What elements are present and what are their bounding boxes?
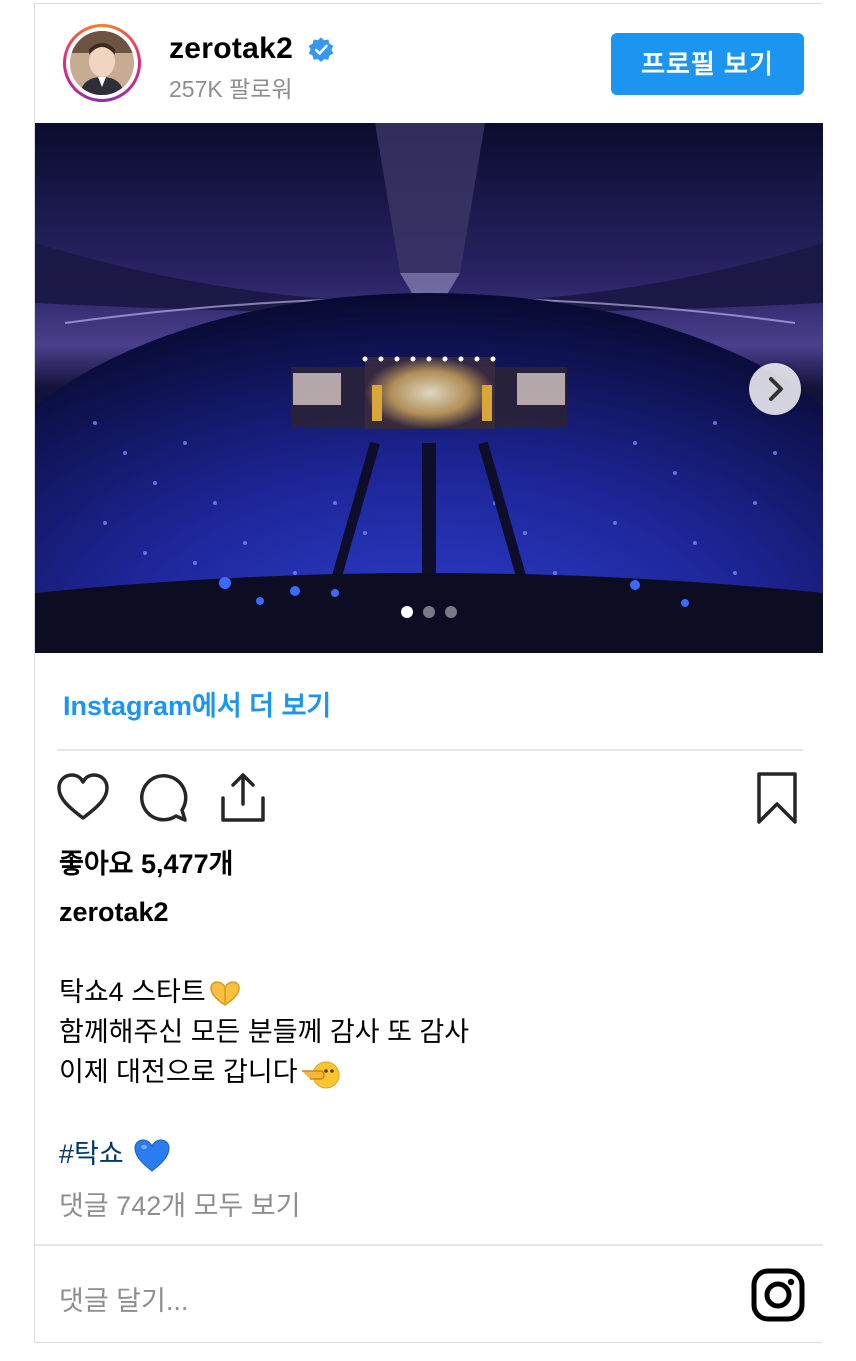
carousel-dot <box>423 606 435 618</box>
concert-hall-photo <box>35 123 823 653</box>
carousel-indicator <box>399 606 469 620</box>
comment-icon[interactable] <box>135 770 191 826</box>
caption-line: 탁쇼4 스타트 <box>59 972 242 1012</box>
add-comment-field[interactable]: 댓글 달기... <box>59 1279 188 1318</box>
caption-username[interactable]: zerotak2 <box>59 897 169 928</box>
post-header: zerotak2 257K 팔로워 프로필 보기 <box>35 4 823 123</box>
view-more-on-instagram-link[interactable]: Instagram에서 더 보기 <box>63 684 331 723</box>
view-profile-button[interactable]: 프로필 보기 <box>611 33 804 95</box>
heart-icon[interactable] <box>55 770 111 826</box>
carousel-dot-active <box>401 606 413 618</box>
bookmark-icon[interactable] <box>749 770 805 826</box>
carousel-dot <box>445 606 457 618</box>
caption-line: 함께해주신 모든 분들께 감사 또 감사 <box>59 1017 470 1047</box>
instagram-embed-card: zerotak2 257K 팔로워 프로필 보기 Instagram에서 더 보… <box>34 3 823 1343</box>
divider <box>57 749 803 751</box>
header-username[interactable]: zerotak2 <box>169 32 293 66</box>
hashtag-link[interactable]: #탁쇼 <box>59 1132 171 1174</box>
heart-hands-emoji <box>209 981 240 1006</box>
caption-line: 이제 대전으로 갑니다 <box>59 1052 340 1092</box>
pointing-left-emoji <box>301 1061 340 1089</box>
avatar <box>70 31 134 95</box>
instagram-icon[interactable] <box>751 1268 805 1322</box>
post-image[interactable] <box>35 123 823 653</box>
avatar-story-ring[interactable] <box>63 24 141 102</box>
carousel-next-button[interactable] <box>749 363 801 415</box>
divider <box>35 1244 823 1246</box>
view-all-comments-link[interactable]: 댓글 742개 모두 보기 <box>59 1184 300 1223</box>
blue-heart-emoji <box>134 1139 170 1172</box>
like-count[interactable]: 좋아요 5,477개 <box>59 842 233 881</box>
share-icon[interactable] <box>215 770 271 826</box>
avatar-image <box>70 31 134 95</box>
follower-count: 257K 팔로워 <box>169 76 293 102</box>
verified-icon <box>308 37 334 62</box>
chevron-right-icon <box>769 377 783 401</box>
